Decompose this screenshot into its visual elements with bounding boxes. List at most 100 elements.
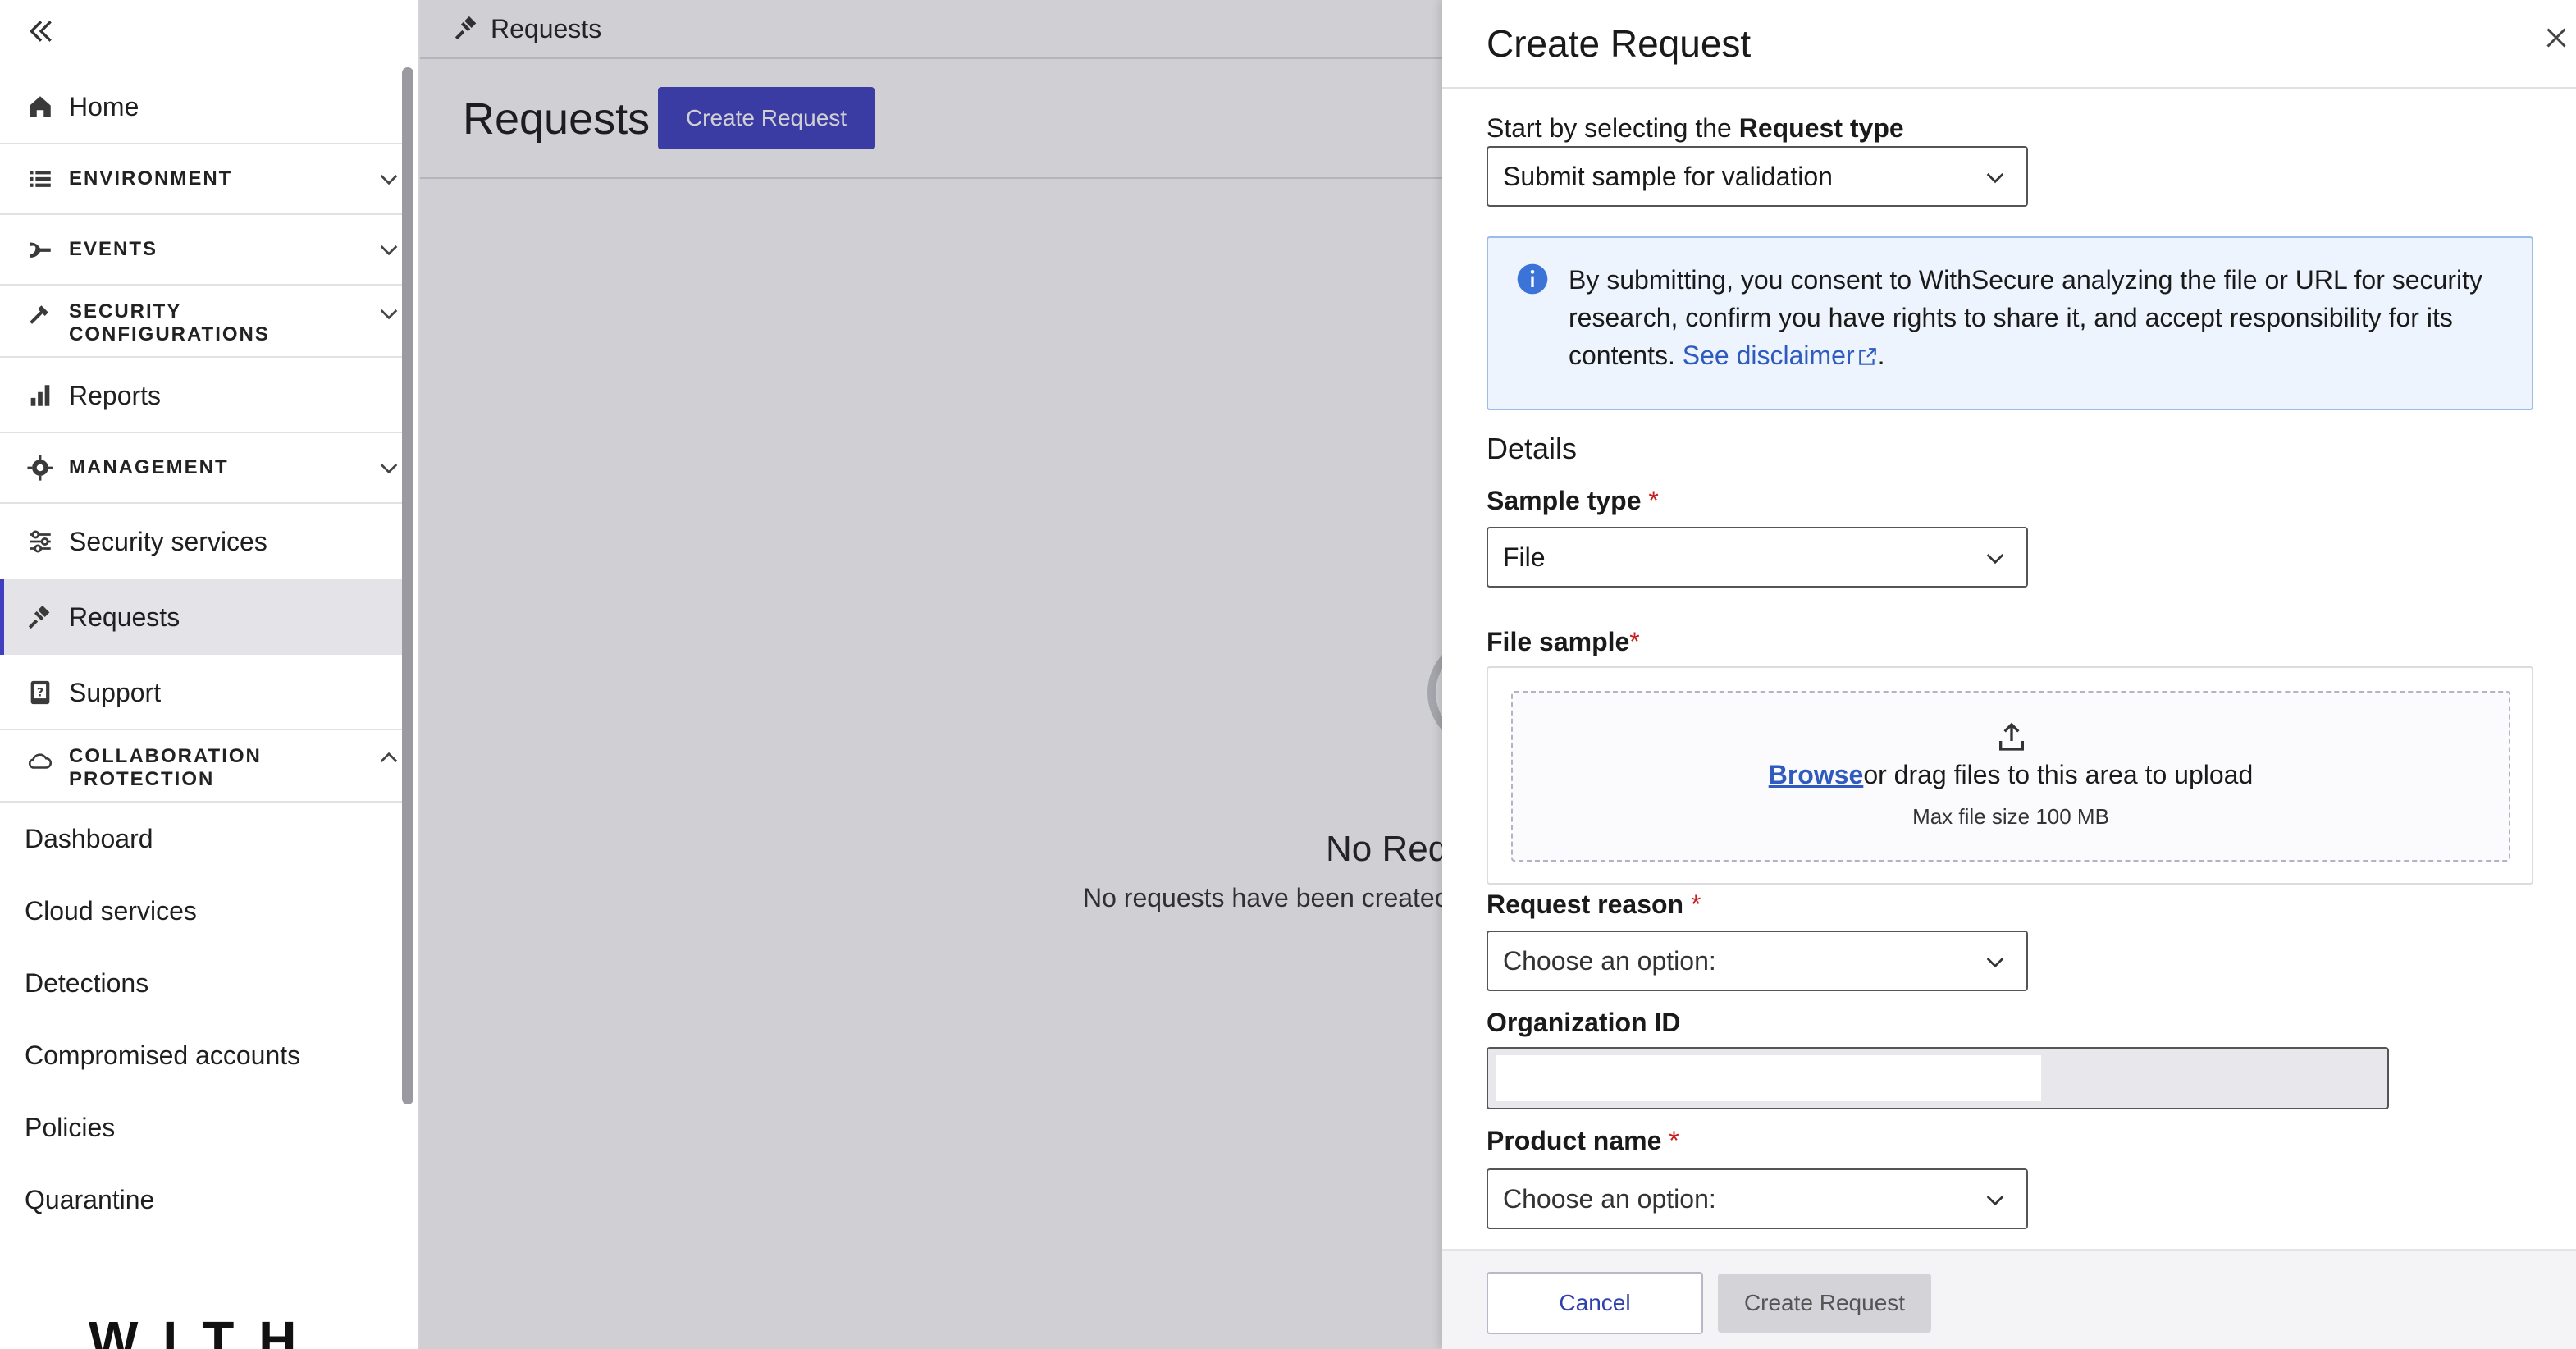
sidebar-subitem-cloud-services[interactable]: Cloud services: [0, 875, 402, 947]
request-reason-select[interactable]: Choose an option:: [1487, 931, 2028, 991]
sliders-icon: [25, 526, 56, 557]
file-sample-container: Browseor drag files to this area to uplo…: [1487, 666, 2533, 885]
sidebar-item-requests[interactable]: Requests: [0, 579, 402, 655]
chevron-up-icon: [376, 745, 402, 771]
brand-logo: WITH: [89, 1310, 322, 1349]
cancel-button[interactable]: Cancel: [1487, 1272, 1703, 1334]
close-icon[interactable]: [2542, 23, 2571, 53]
support-book-icon: ?: [25, 677, 56, 708]
sidebar: Home ENVIRONMENT EVENTS SECURITY CONFIGU…: [0, 0, 420, 1349]
request-type-value: Submit sample for validation: [1503, 161, 1833, 191]
browse-link[interactable]: Browse: [1769, 760, 1864, 789]
chevron-down-icon: [1982, 545, 2008, 571]
sidebar-section-environment[interactable]: ENVIRONMENT: [0, 143, 402, 215]
details-section-title: Details: [1487, 432, 1578, 465]
chevron-down-icon: [1982, 164, 2008, 190]
sample-type-label: Sample type *: [1487, 486, 1659, 516]
upload-instructions: Browseor drag files to this area to uplo…: [1513, 760, 2509, 790]
collapse-sidebar-icon[interactable]: [25, 15, 57, 48]
upload-icon: [1995, 720, 2028, 753]
sidebar-nav: Home ENVIRONMENT EVENTS SECURITY CONFIGU…: [0, 69, 402, 1236]
sidebar-subitem-quarantine[interactable]: Quarantine: [0, 1164, 402, 1236]
sidebar-item-label: Home: [69, 91, 139, 121]
create-request-drawer: Create Request Start by selecting the Re…: [1442, 0, 2576, 1349]
file-dropzone[interactable]: Browseor drag files to this area to uplo…: [1511, 691, 2510, 862]
list-icon: [25, 163, 56, 194]
chevron-down-icon: [376, 300, 402, 327]
product-name-label-text: Product name: [1487, 1126, 1662, 1155]
sidebar-scrollbar[interactable]: [402, 67, 413, 1104]
drawer-header: Create Request: [1442, 0, 2576, 89]
required-mark: *: [1629, 627, 1640, 656]
drawer-title: Create Request: [1487, 22, 1752, 65]
organization-id-field[interactable]: [1487, 1047, 2389, 1109]
sample-type-select[interactable]: File: [1487, 527, 2028, 588]
hammer-icon: [25, 300, 56, 332]
svg-text:?: ?: [37, 686, 43, 699]
request-type-label-prefix: Start by selecting the: [1487, 113, 1739, 143]
required-mark: *: [1690, 889, 1701, 919]
request-type-label-bold: Request type: [1738, 113, 1904, 143]
create-request-submit-button[interactable]: Create Request: [1718, 1274, 1931, 1333]
sidebar-item-security-services[interactable]: Security services: [0, 504, 402, 579]
sidebar-item-reports[interactable]: Reports: [0, 358, 402, 433]
file-sample-label: File sample*: [1487, 627, 1640, 657]
drag-text: or drag files to this area to upload: [1863, 760, 2254, 789]
sidebar-section-label: MANAGEMENT: [69, 456, 229, 478]
disclaimer-link-label: See disclaimer: [1682, 341, 1855, 370]
sidebar-section-label: ENVIRONMENT: [69, 167, 233, 190]
sidebar-subitem-policies[interactable]: Policies: [0, 1091, 402, 1164]
cloud-icon: [25, 745, 56, 776]
consent-suffix: .: [1877, 341, 1885, 370]
disclaimer-link[interactable]: See disclaimer: [1683, 341, 1878, 370]
bar-chart-icon: [25, 380, 56, 411]
sidebar-subitem-dashboard[interactable]: Dashboard: [0, 803, 402, 875]
sidebar-subitem-compromised-accounts[interactable]: Compromised accounts: [0, 1019, 402, 1091]
sidebar-section-label: EVENTS: [69, 238, 158, 260]
sidebar-section-security-configurations[interactable]: SECURITY CONFIGURATIONS: [0, 284, 402, 358]
request-type-select[interactable]: Submit sample for validation: [1487, 146, 2028, 207]
sidebar-subitem-detections[interactable]: Detections: [0, 947, 402, 1019]
sample-type-value: File: [1503, 542, 1546, 572]
product-name-select[interactable]: Choose an option:: [1487, 1168, 2028, 1229]
organization-id-value: [1496, 1055, 2041, 1101]
chevron-down-icon: [376, 166, 402, 192]
request-reason-value: Choose an option:: [1503, 945, 1716, 976]
chevron-down-icon: [376, 236, 402, 263]
organization-id-label-text: Organization ID: [1487, 1008, 1681, 1037]
sidebar-section-collaboration-protection[interactable]: COLLABORATION PROTECTION: [0, 729, 402, 803]
file-sample-label-text: File sample: [1487, 627, 1630, 656]
sidebar-item-home[interactable]: Home: [0, 69, 402, 144]
sidebar-section-events[interactable]: EVENTS: [0, 213, 402, 286]
chevron-down-icon: [376, 455, 402, 481]
info-icon: [1516, 263, 1549, 295]
sample-type-label-text: Sample type: [1487, 486, 1642, 515]
gear-icon: [25, 452, 56, 483]
consent-text: By submitting, you consent to WithSecure…: [1569, 261, 2512, 374]
required-mark: *: [1648, 486, 1659, 515]
gavel-icon: [25, 601, 56, 633]
events-icon: [25, 234, 56, 265]
sidebar-section-management[interactable]: MANAGEMENT: [0, 432, 402, 504]
sidebar-section-label: SECURITY CONFIGURATIONS: [69, 300, 270, 345]
required-mark: *: [1669, 1126, 1679, 1155]
consent-info-box: By submitting, you consent to WithSecure…: [1487, 236, 2533, 410]
max-file-size: Max file size 100 MB: [1912, 804, 2109, 829]
home-icon: [25, 91, 56, 122]
chevron-down-icon: [1982, 1187, 2008, 1213]
sidebar-item-label: Security services: [69, 526, 267, 556]
request-reason-label: Request reason *: [1487, 889, 1701, 920]
request-reason-label-text: Request reason: [1487, 889, 1684, 919]
organization-id-label: Organization ID: [1487, 1008, 1680, 1038]
sidebar-item-label: Requests: [69, 601, 180, 632]
sidebar-item-support[interactable]: ? Support: [0, 655, 402, 730]
product-name-label: Product name *: [1487, 1126, 1679, 1156]
sidebar-item-label: Reports: [69, 380, 162, 410]
sidebar-item-label: Support: [69, 677, 162, 707]
sidebar-section-label: COLLABORATION PROTECTION: [69, 745, 262, 790]
chevron-down-icon: [1982, 949, 2008, 975]
request-type-label: Start by selecting the Request type: [1487, 113, 1904, 144]
product-name-value: Choose an option:: [1503, 1183, 1716, 1214]
external-link-icon: [1858, 348, 1876, 365]
drawer-footer: Cancel Create Request: [1442, 1249, 2576, 1349]
